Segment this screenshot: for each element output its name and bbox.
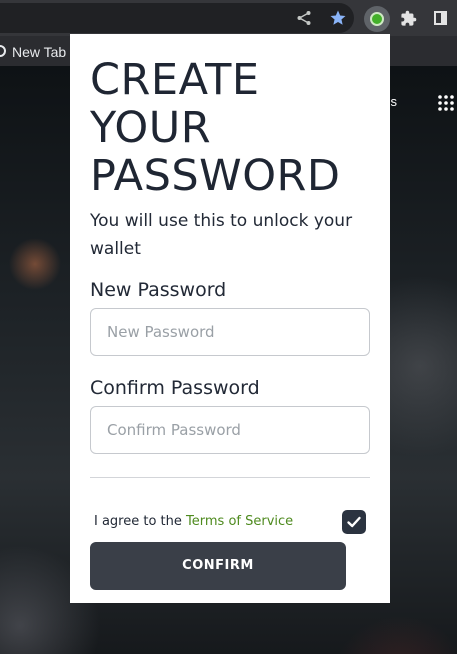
new-password-input[interactable] bbox=[90, 308, 370, 356]
page-subtitle: You will use this to unlock your wallet bbox=[90, 211, 353, 259]
share-icon[interactable] bbox=[296, 10, 312, 26]
side-panel-icon[interactable] bbox=[434, 11, 447, 25]
bookmark-star-icon[interactable] bbox=[329, 9, 347, 27]
apps-grid-icon[interactable] bbox=[438, 95, 454, 111]
terms-agreement: I agree to the Terms of Service bbox=[94, 514, 293, 530]
terms-of-service-link[interactable]: Terms of Service bbox=[186, 514, 293, 529]
checkmark-icon bbox=[347, 516, 361, 528]
browser-toolbar bbox=[0, 0, 457, 36]
divider bbox=[90, 477, 370, 478]
create-password-popup: CREATE YOUR PASSWORD You will use this t… bbox=[70, 34, 390, 603]
tab-new-tab[interactable]: New Tab bbox=[12, 44, 66, 60]
wallet-extension-icon[interactable] bbox=[364, 6, 390, 32]
extensions-puzzle-icon[interactable] bbox=[400, 10, 417, 27]
confirm-password-input[interactable] bbox=[90, 406, 370, 454]
confirm-password-label: Confirm Password bbox=[90, 377, 260, 399]
tab-favicon-icon bbox=[0, 45, 6, 57]
agree-checkbox[interactable] bbox=[342, 510, 366, 534]
page-title: CREATE YOUR PASSWORD bbox=[90, 55, 341, 201]
confirm-button[interactable]: CONFIRM bbox=[90, 542, 346, 590]
new-password-label: New Password bbox=[90, 279, 227, 301]
terms-agreement-text: I agree to the bbox=[94, 514, 187, 529]
